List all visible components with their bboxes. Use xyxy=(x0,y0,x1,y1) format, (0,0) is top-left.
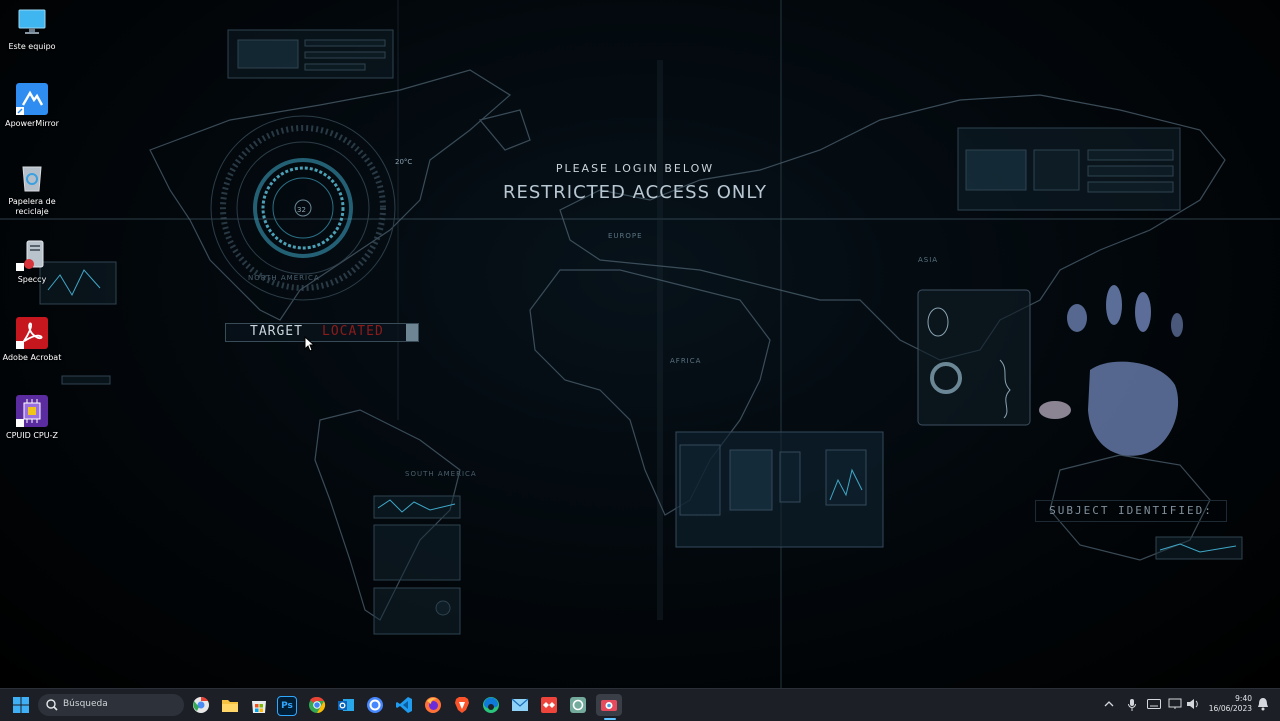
region-label-africa: AFRICA xyxy=(670,357,701,365)
desktop[interactable]: EUROPE ASIA AFRICA SOUTH AMERICA NORTH A… xyxy=(0,0,1280,688)
subject-identified-text: SUBJECT IDENTIFIED: xyxy=(1035,500,1227,522)
search-icon xyxy=(46,699,58,711)
taskbar-app-firefox[interactable] xyxy=(422,694,444,716)
photoshop-icon: Ps xyxy=(281,701,293,711)
windows-icon xyxy=(13,697,29,713)
store-icon xyxy=(252,701,266,713)
taskbar-app-vpn[interactable] xyxy=(364,694,386,716)
speccy-icon xyxy=(16,239,48,271)
outlook-icon xyxy=(338,699,354,711)
banner-block xyxy=(406,324,418,341)
anydesk-icon xyxy=(541,697,557,713)
taskbar-app-mail[interactable] xyxy=(509,694,531,716)
microphone-icon[interactable] xyxy=(1127,698,1137,712)
notification-bell-icon[interactable] xyxy=(1257,697,1269,711)
taskbar-app-edge[interactable] xyxy=(480,694,502,716)
region-label-south-america: SOUTH AMERICA xyxy=(405,470,477,478)
network-icon[interactable] xyxy=(1168,698,1182,710)
please-login-text: PLEASE LOGIN BELOW xyxy=(555,162,715,175)
desktop-icon-apowermirror[interactable]: ApowerMirror xyxy=(0,83,64,129)
restricted-access-text: RESTRICTED ACCESS ONLY xyxy=(503,182,767,203)
desktop-icon-adobe-acrobat[interactable]: Adobe Acrobat xyxy=(0,317,64,363)
taskbar-app-chatgpt[interactable] xyxy=(567,694,589,716)
target-located-banner: TARGET LOCATED xyxy=(225,323,419,342)
taskbar-app-vscode[interactable] xyxy=(393,694,415,716)
gauge-value: 32 xyxy=(297,206,306,214)
desktop-icon-label: CPUID CPU-Z xyxy=(6,431,58,440)
taskbar-app-store[interactable] xyxy=(248,694,270,716)
file-explorer-icon xyxy=(222,700,238,712)
temperature-readout: 20°C xyxy=(395,158,412,166)
taskbar-search-box[interactable]: Búsqueda xyxy=(38,694,184,716)
region-label-europe: EUROPE xyxy=(608,232,643,240)
cpuz-icon xyxy=(16,395,48,427)
firefox-icon xyxy=(425,697,441,713)
desktop-icon-speccy[interactable]: Speccy xyxy=(0,239,64,285)
recycle-bin-icon xyxy=(16,161,48,193)
acrobat-icon xyxy=(16,317,48,349)
desktop-icon-cpuz[interactable]: CPUID CPU-Z xyxy=(0,395,64,441)
taskbar-clock[interactable]: 9:40 16/06/2023 xyxy=(1202,694,1252,714)
wallpaper-hud: EUROPE ASIA AFRICA SOUTH AMERICA NORTH A… xyxy=(0,0,1280,688)
desktop-icon-label: Adobe Acrobat xyxy=(2,353,62,362)
desktop-icon-recycle-bin[interactable]: Papelera de reciclaje xyxy=(0,161,64,217)
keyboard-icon[interactable] xyxy=(1147,699,1161,709)
taskbar-app-photoshop[interactable]: Ps xyxy=(277,696,297,716)
search-placeholder: Búsqueda xyxy=(63,699,108,709)
mail-icon xyxy=(511,698,529,711)
apowermirror-icon xyxy=(16,83,48,115)
desktop-icon-label: Speccy xyxy=(17,275,47,284)
chatgpt-icon xyxy=(570,697,586,713)
monitor-icon xyxy=(16,6,48,38)
taskbar-app-chrome[interactable] xyxy=(306,694,328,716)
chevron-up-icon[interactable] xyxy=(1104,699,1114,709)
located-label: LOCATED xyxy=(322,324,384,339)
chrome-alt-icon xyxy=(193,696,209,713)
clock-date: 16/06/2023 xyxy=(1208,704,1252,713)
desktop-icon-label: Este equipo xyxy=(8,42,56,51)
mouse-cursor-icon xyxy=(304,336,316,352)
taskbar-app-brave[interactable] xyxy=(451,694,473,716)
taskbar-app-camera-active[interactable] xyxy=(596,694,622,716)
vpn-icon xyxy=(367,697,383,713)
taskbar-app-outlook[interactable] xyxy=(335,694,357,716)
region-label-asia: ASIA xyxy=(918,256,938,264)
brave-icon xyxy=(455,697,469,713)
edge-icon xyxy=(483,697,499,713)
vscode-icon xyxy=(396,697,412,713)
target-label: TARGET xyxy=(250,324,303,339)
volume-icon[interactable] xyxy=(1186,698,1200,710)
taskbar: Búsqueda Ps 9:40 16/06/2023 xyxy=(0,688,1280,721)
desktop-icon-label: ApowerMirror xyxy=(5,119,59,128)
taskbar-app-anydesk[interactable] xyxy=(538,694,560,716)
taskbar-app-chrome-alt[interactable] xyxy=(190,694,212,716)
start-button[interactable] xyxy=(10,694,32,716)
taskbar-app-file-explorer[interactable] xyxy=(219,694,241,716)
desktop-icon-label: Papelera de reciclaje xyxy=(8,197,56,216)
clock-time: 9:40 xyxy=(1235,694,1252,703)
camera-app-icon xyxy=(601,700,617,711)
chrome-icon xyxy=(309,696,326,714)
desktop-icon-este-equipo[interactable]: Este equipo xyxy=(0,6,64,52)
